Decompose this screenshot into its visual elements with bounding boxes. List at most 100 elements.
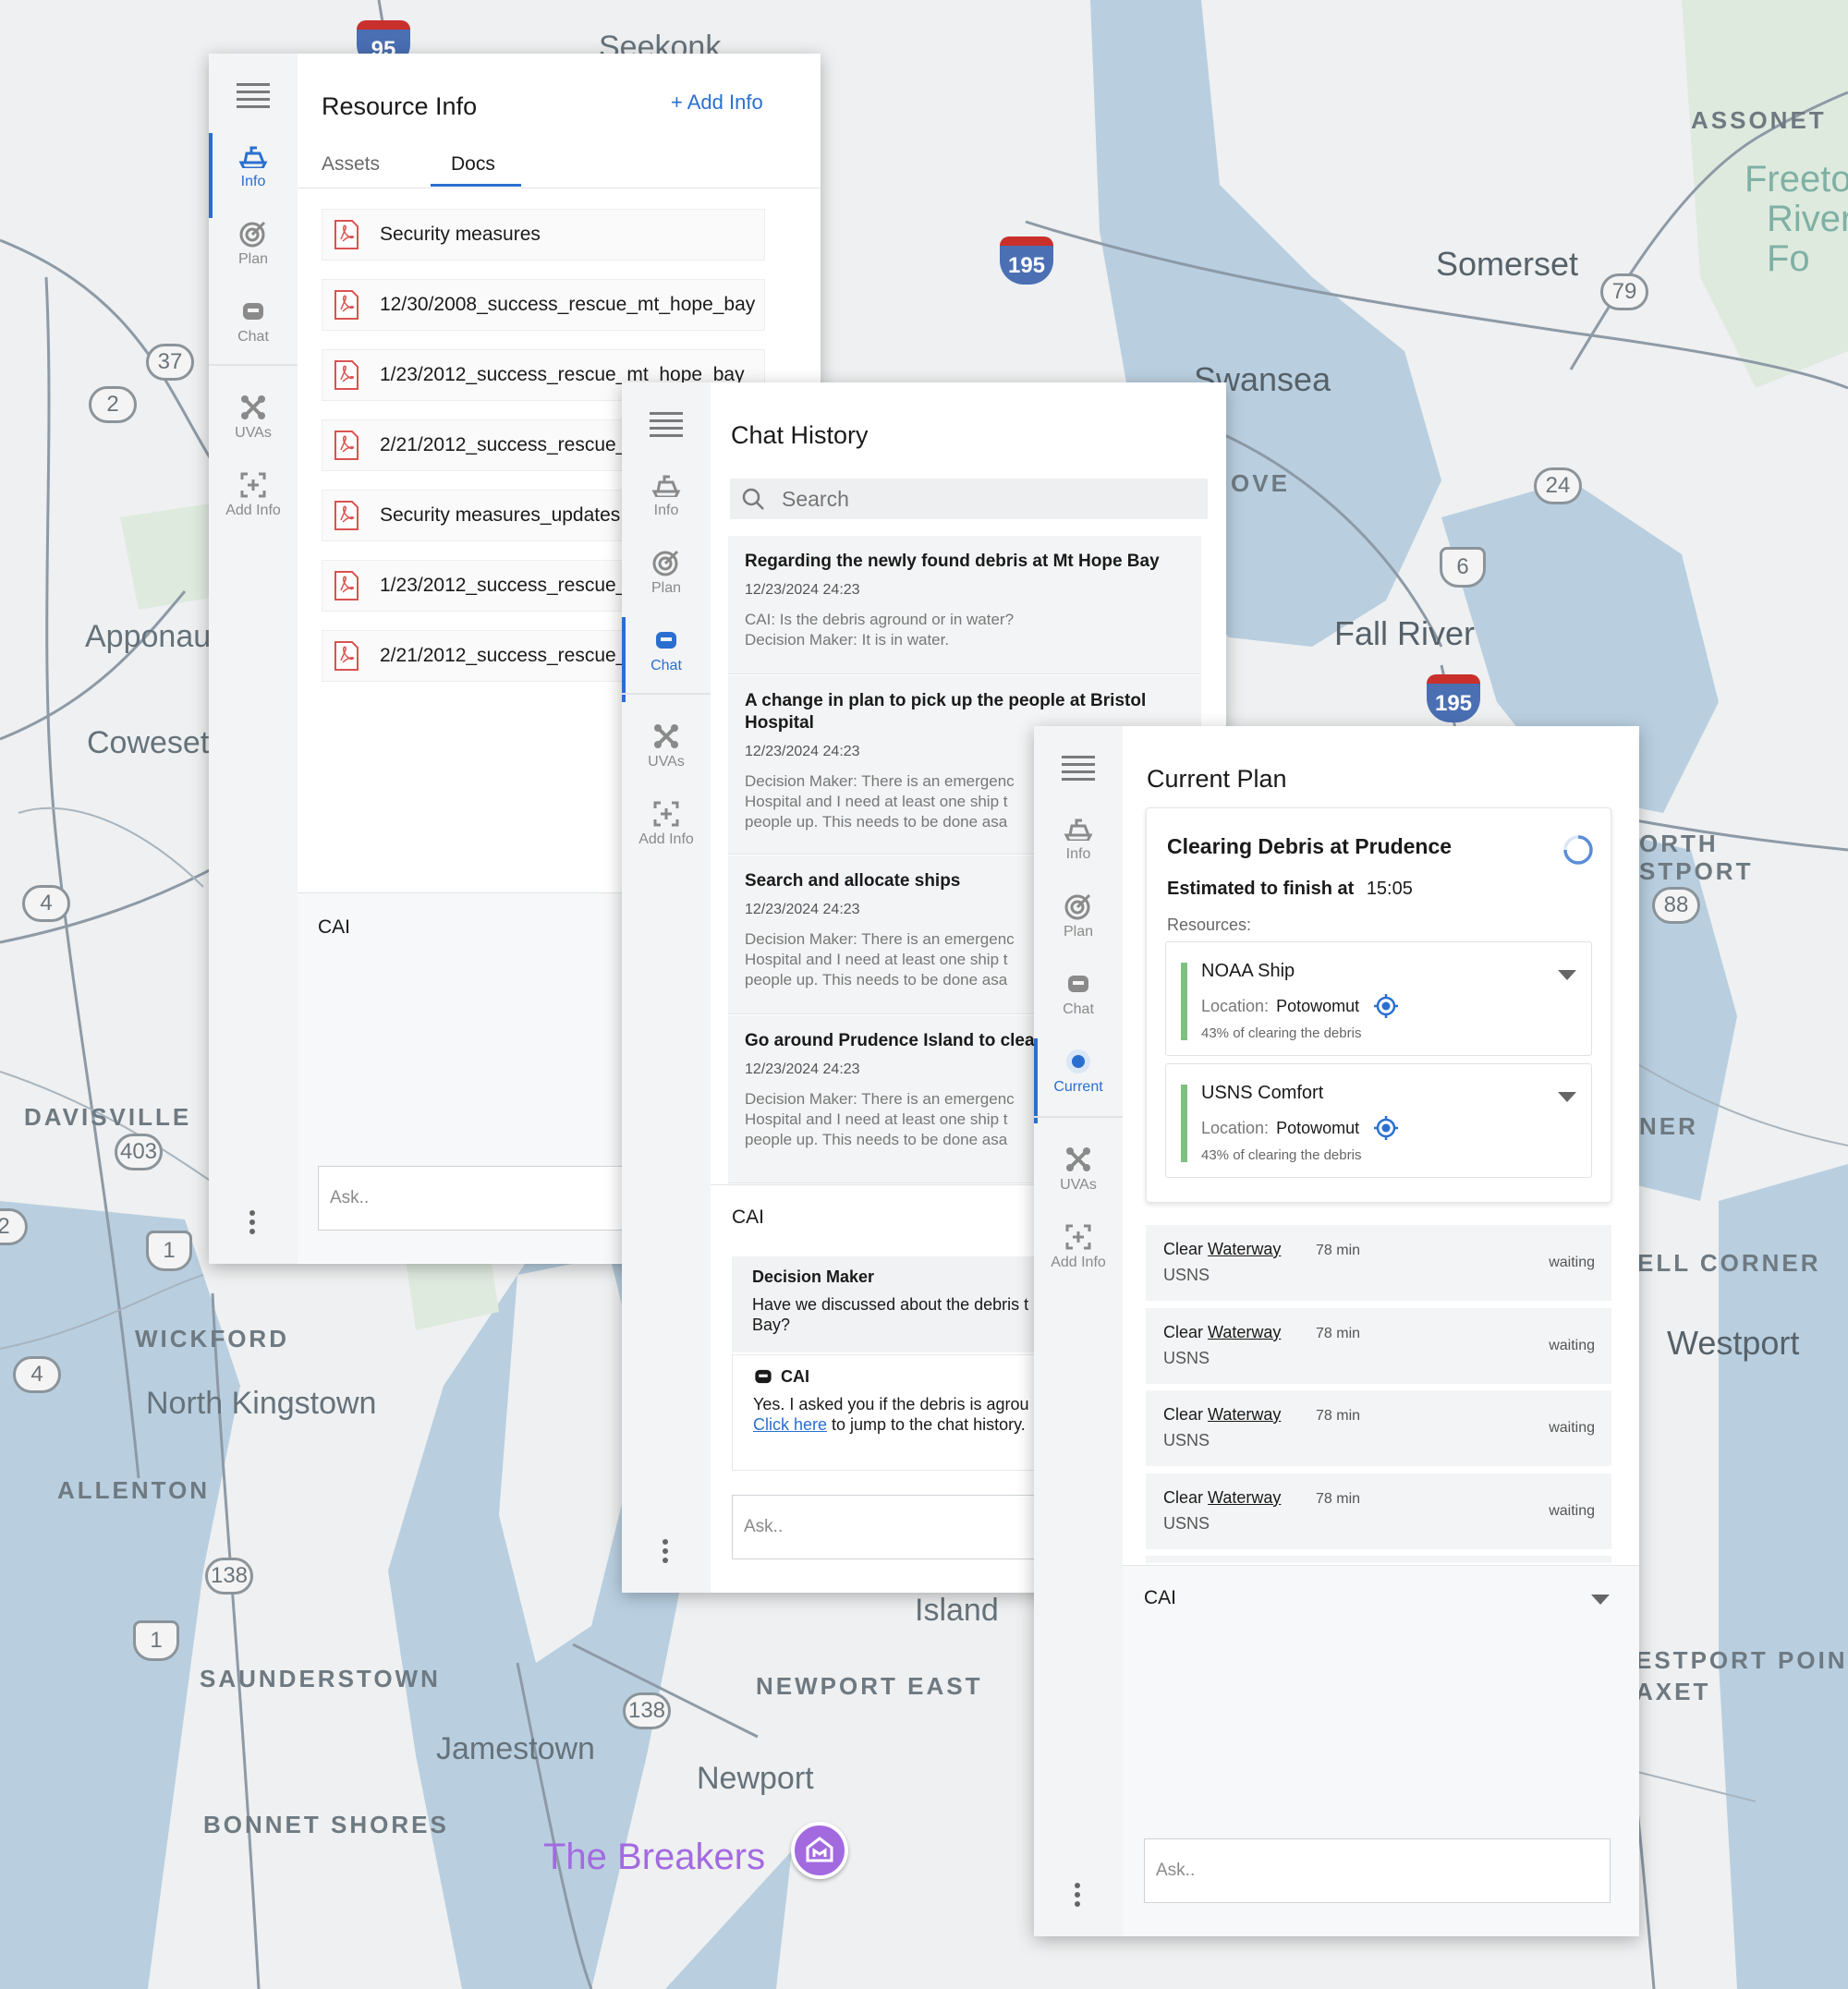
map-label-district: ORTH <box>1639 830 1719 857</box>
rail-item-add-info[interactable]: Add Info <box>209 467 298 541</box>
rail-item-add-info[interactable]: Add Info <box>1034 1219 1123 1293</box>
route-shield: 88 <box>1652 887 1700 924</box>
resource-card[interactable]: USNS Comfort Location: Potowomut 43% of … <box>1165 1063 1592 1178</box>
location-label: Location: <box>1201 1118 1270 1137</box>
task-row[interactable]: Clear Waterway USNS 78 min waiting <box>1146 1308 1611 1384</box>
task-asset: USNS <box>1163 1514 1210 1533</box>
tab-docs[interactable]: Docs <box>451 153 495 176</box>
interstate-shield: 195 <box>1427 674 1480 722</box>
cai-label: CAI <box>732 1207 765 1228</box>
rail-item-add-info[interactable]: Add Info <box>622 796 711 870</box>
search-icon <box>742 488 764 510</box>
map-label-park: Fo <box>1767 238 1810 279</box>
jump-to-history-link[interactable]: Click here <box>753 1415 827 1434</box>
more-options-icon[interactable] <box>663 1539 670 1567</box>
task-row[interactable]: Clear Waterway USNS 78 min waiting <box>1146 1390 1611 1466</box>
locate-icon[interactable] <box>1372 992 1400 1020</box>
route-shield: 37 <box>146 344 194 381</box>
map-label-district: BONNET SHORES <box>203 1811 449 1838</box>
rail-item-info[interactable]: Info <box>1034 811 1123 885</box>
map-label-district: ELL CORNER <box>1637 1249 1821 1277</box>
more-options-icon[interactable] <box>1075 1883 1082 1910</box>
ask-input[interactable] <box>732 1495 1046 1559</box>
side-rail: Info Plan Chat Current UVAs Add Info <box>1034 726 1123 1936</box>
rail-item-chat[interactable]: Chat <box>1034 966 1123 1040</box>
doc-name: 12/30/2008_success_rescue_mt_hope_bay <box>380 294 756 315</box>
map-poi-label[interactable]: The Breakers <box>543 1837 765 1878</box>
rail-label: Chat <box>237 329 269 345</box>
rail-item-uvas[interactable]: UVAs <box>622 719 711 793</box>
cai-label: CAI <box>1144 1587 1177 1608</box>
map-label-district: OVE <box>1231 469 1290 497</box>
task-verb: Clear <box>1163 1240 1204 1258</box>
rail-label: Info <box>653 503 679 518</box>
rail-item-info[interactable]: Info <box>209 133 298 218</box>
landmark-pin-icon[interactable] <box>791 1822 848 1879</box>
target-icon <box>648 545 685 580</box>
task-object[interactable]: Waterway <box>1208 1405 1281 1424</box>
task-row[interactable]: Clear Waterway USNS 78 min waiting <box>1146 1225 1611 1301</box>
task-object[interactable]: Waterway <box>1208 1240 1281 1258</box>
map-label-district: ALLENTON <box>57 1476 211 1504</box>
rail-item-chat[interactable]: Chat <box>209 294 298 368</box>
task-object[interactable]: Waterway <box>1208 1488 1281 1507</box>
doc-row[interactable]: 12/30/2008_success_rescue_mt_hope_bay <box>322 279 765 331</box>
rail-item-uvas[interactable]: UVAs <box>1034 1142 1123 1216</box>
task-row[interactable]: Clear Waterway USNS 78 min waiting <box>1146 1474 1611 1549</box>
chat-item-preview: CAI: Is the debris aground or in water? <box>745 611 1015 628</box>
resource-card[interactable]: NOAA Ship Location: Potowomut 43% of cle… <box>1165 941 1592 1056</box>
search-box[interactable] <box>730 479 1208 519</box>
task-object[interactable]: Waterway <box>1208 1323 1281 1341</box>
task-status: waiting <box>1549 1420 1595 1436</box>
rail-item-plan[interactable]: Plan <box>209 216 298 290</box>
plan-card[interactable]: Clearing Debris at Prudence Estimated to… <box>1146 807 1611 1203</box>
location-value: Potowomut <box>1276 996 1360 1015</box>
map-label-city: Westport <box>1667 1324 1800 1362</box>
doc-row[interactable]: Security measures <box>322 209 765 261</box>
robot-icon <box>648 623 685 658</box>
tab-assets[interactable]: Assets <box>322 153 380 176</box>
rail-label: UVAs <box>235 425 272 441</box>
menu-icon[interactable] <box>1062 756 1095 785</box>
locate-icon[interactable] <box>1372 1114 1400 1142</box>
tab-indicator <box>431 184 521 187</box>
rail-label: Current <box>1053 1079 1103 1095</box>
menu-icon[interactable] <box>237 83 270 113</box>
rail-item-plan[interactable]: Plan <box>1034 889 1123 963</box>
search-input[interactable] <box>782 486 1170 512</box>
add-info-button[interactable]: + Add Info <box>671 91 763 115</box>
expand-chevron-icon[interactable] <box>1558 1092 1576 1102</box>
robot-icon <box>1060 966 1097 1001</box>
rail-label: Chat <box>1063 1001 1094 1017</box>
rail-item-current[interactable]: Current <box>1034 1038 1123 1123</box>
route-shield: 138 <box>205 1558 253 1595</box>
task-status: waiting <box>1549 1338 1595 1353</box>
rail-divider <box>622 693 711 695</box>
status-bar <box>1181 1085 1187 1162</box>
add-frame-icon <box>648 796 685 831</box>
task-status: waiting <box>1549 1255 1595 1270</box>
rail-item-uvas[interactable]: UVAs <box>209 390 298 464</box>
ask-input[interactable] <box>1144 1838 1611 1903</box>
doc-name: Security measures_updates <box>380 504 621 526</box>
route-shield: 24 <box>1534 467 1582 504</box>
rail-label: Info <box>240 174 266 189</box>
drone-icon <box>648 719 685 754</box>
map-label-district: DAVISVILLE <box>24 1103 192 1131</box>
rail-label: Chat <box>650 658 682 673</box>
map-label-city: Fall River <box>1334 614 1476 652</box>
menu-icon[interactable] <box>650 412 683 442</box>
map-label-district: NEWPORT EAST <box>756 1672 983 1700</box>
chat-item-date: 12/23/2024 24:23 <box>745 582 860 598</box>
current-dot-icon <box>1060 1044 1097 1079</box>
map-label-district: STPORT <box>1639 857 1754 885</box>
expand-chevron-icon[interactable] <box>1558 970 1576 980</box>
more-options-icon[interactable] <box>249 1210 257 1238</box>
chat-history-item[interactable]: Regarding the newly found debris at Mt H… <box>728 536 1201 674</box>
rail-item-chat[interactable]: Chat <box>622 617 711 702</box>
pdf-icon <box>334 571 359 600</box>
rail-item-info[interactable]: Info <box>622 467 711 541</box>
drone-icon <box>235 390 272 425</box>
collapse-chevron-icon[interactable] <box>1591 1595 1610 1605</box>
rail-item-plan[interactable]: Plan <box>622 545 711 619</box>
